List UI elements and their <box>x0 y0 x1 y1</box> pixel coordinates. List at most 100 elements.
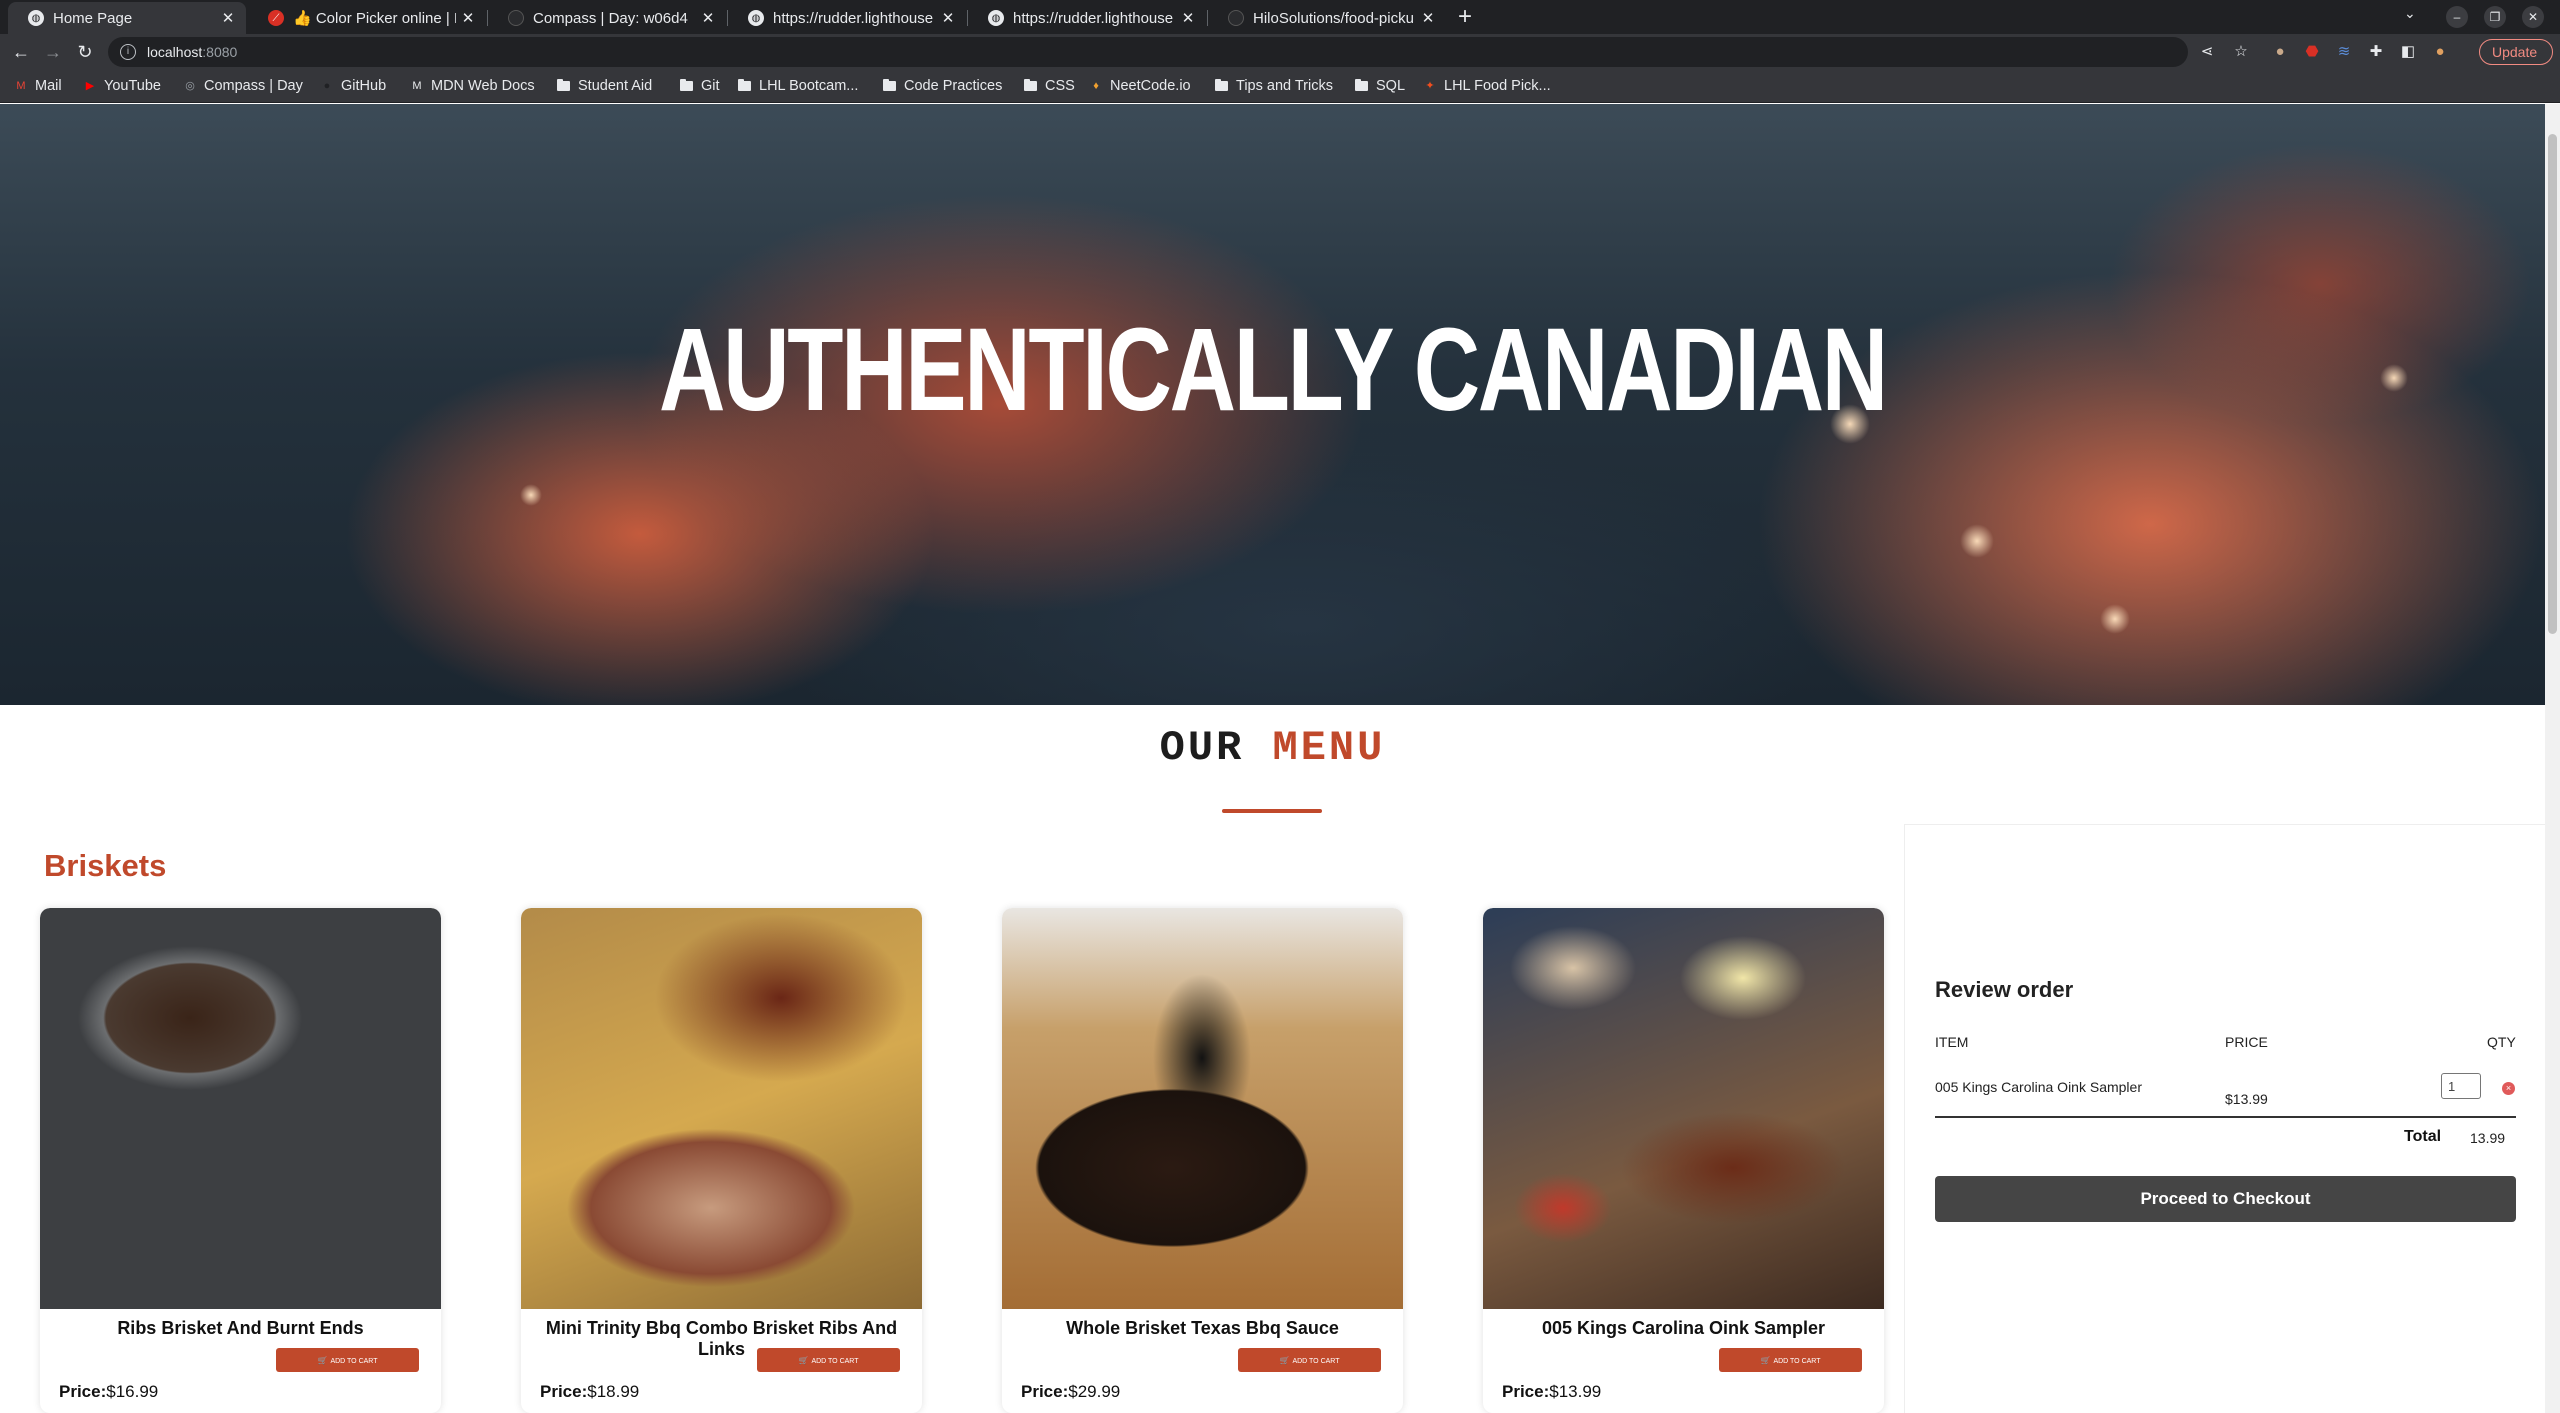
close-tab-icon[interactable]: ✕ <box>936 9 960 27</box>
neetcode-icon: ♦ <box>1093 80 1099 92</box>
price-value: $29.99 <box>1068 1382 1121 1401</box>
bookmark-mdn[interactable]: M MDN Web Docs <box>410 76 535 96</box>
food-photo <box>40 908 441 1309</box>
page-viewport: AUTHENTICALLY CANADIAN OUR MENU Briskets… <box>0 104 2545 1413</box>
add-to-cart-label: ADD TO CART <box>1773 1357 1821 1365</box>
tab-github-repo[interactable]: HiloSolutions/food-picku ✕ <box>1208 2 1446 34</box>
price-label: Price: <box>1021 1382 1069 1401</box>
folder-icon <box>883 79 896 91</box>
bookmark-label: MDN Web Docs <box>431 78 535 94</box>
extension-wave-icon[interactable]: ≋ <box>2334 42 2354 62</box>
bookmark-label: NeetCode.io <box>1110 78 1191 94</box>
address-host: localhost <box>147 44 203 60</box>
cart-icon: 🛒 <box>317 1355 328 1365</box>
bookmark-git[interactable]: Git <box>680 76 720 96</box>
menu-heading: OUR MENU <box>0 724 2545 772</box>
tab-search-chevron-icon[interactable]: ⌄ <box>2404 5 2416 22</box>
add-to-cart-button[interactable]: 🛒 ADD TO CART <box>1719 1348 1862 1372</box>
menu-card: Ribs Brisket And Burnt Ends 🛒 ADD TO CART… <box>40 908 441 1413</box>
food-photo <box>1483 908 1884 1309</box>
bookmark-label: SQL <box>1376 78 1406 94</box>
bookmark-neetcode[interactable]: ♦ NeetCode.io <box>1089 76 1191 96</box>
tab-compass[interactable]: Compass | Day: w06d4 ✕ <box>488 2 726 34</box>
bookmark-student-aid[interactable]: Student Aid <box>557 76 652 96</box>
proceed-to-checkout-button[interactable]: Proceed to Checkout <box>1935 1176 2516 1222</box>
update-button[interactable]: Update ⋮ <box>2479 39 2553 84</box>
folder-icon <box>1355 79 1368 91</box>
menu-heading-underline <box>1222 809 1322 813</box>
add-to-cart-button[interactable]: 🛒 ADD TO CART <box>276 1348 419 1372</box>
add-to-cart-button[interactable]: 🛒 ADD TO CART <box>1238 1348 1381 1372</box>
page-scrollbar[interactable] <box>2545 104 2560 1413</box>
bookmark-code-practices[interactable]: Code Practices <box>883 76 1002 96</box>
bookmark-lhl-bootcamp[interactable]: LHL Bootcam... <box>738 76 858 96</box>
menu-heading-our: OUR <box>1159 724 1245 772</box>
bookmark-tips-and-tricks[interactable]: Tips and Tricks <box>1215 76 1333 96</box>
folder-icon <box>1215 79 1228 91</box>
back-arrow-icon[interactable]: ← <box>8 39 34 65</box>
tab-home-page[interactable]: ◍ Home Page ✕ <box>8 2 246 34</box>
close-window-icon[interactable]: ✕ <box>2522 6 2544 28</box>
hero-ember <box>520 484 542 506</box>
restore-icon[interactable]: ❐ <box>2484 6 2506 28</box>
review-order-title: Review order <box>1935 977 2074 1002</box>
item-name: Whole Brisket Texas Bbq Sauce <box>1066 1318 1339 1338</box>
tab-title: https://rudder.lighthouse <box>1013 9 1174 27</box>
adblock-icon[interactable]: ⬣ <box>2302 42 2322 62</box>
bookmark-mail[interactable]: M Mail <box>14 76 62 96</box>
forward-arrow-icon[interactable]: → <box>40 39 66 65</box>
price-label: Price: <box>59 1382 107 1401</box>
bookmark-label: CSS <box>1045 78 1075 94</box>
price-value: $13.99 <box>1549 1382 1602 1401</box>
close-tab-icon[interactable]: ✕ <box>696 9 720 27</box>
bookmark-label: Mail <box>35 78 62 94</box>
add-to-cart-label: ADD TO CART <box>1292 1357 1340 1365</box>
scrollbar-thumb[interactable] <box>2548 134 2557 634</box>
cart-icon: 🛒 <box>1760 1355 1771 1365</box>
profile-avatar-icon[interactable]: ● <box>2430 42 2450 62</box>
close-tab-icon[interactable]: ✕ <box>216 9 240 27</box>
share-icon[interactable]: ⋖ <box>2197 42 2217 62</box>
bookmark-sql[interactable]: SQL <box>1355 76 1405 96</box>
close-tab-icon[interactable]: ✕ <box>456 9 480 27</box>
close-tab-icon[interactable]: ✕ <box>1416 9 1440 27</box>
extension-cookie-icon[interactable]: ● <box>2270 42 2290 62</box>
bookmark-css[interactable]: CSS <box>1024 76 1075 96</box>
address-bar[interactable]: i localhost:8080 <box>108 37 2188 67</box>
item-name: Ribs Brisket And Burnt Ends <box>117 1318 364 1338</box>
tab-rudder-2[interactable]: ◍ https://rudder.lighthouse ✕ <box>968 2 1206 34</box>
review-order-panel: Review order ITEM PRICE QTY 005 Kings Ca… <box>1904 824 2545 1413</box>
bookmark-compass[interactable]: ◎ Compass | Day <box>183 76 303 96</box>
side-panel-icon[interactable]: ◧ <box>2398 42 2418 62</box>
menu-card: Whole Brisket Texas Bbq Sauce 🛒 ADD TO CA… <box>1002 908 1403 1413</box>
reload-icon[interactable]: ↻ <box>72 39 98 65</box>
close-tab-icon[interactable]: ✕ <box>1176 9 1200 27</box>
extensions-puzzle-icon[interactable]: ✚ <box>2366 42 2386 62</box>
address-port: :8080 <box>202 44 238 60</box>
price-value: $18.99 <box>587 1382 640 1401</box>
total-label: Total <box>2404 1128 2442 1145</box>
tab-title: HiloSolutions/food-picku <box>1253 9 1414 27</box>
new-tab-icon[interactable]: + <box>1451 2 1479 32</box>
bookmark-label: GitHub <box>341 78 387 94</box>
site-info-icon[interactable]: i <box>120 44 136 60</box>
menu-heading-menu: MENU <box>1272 724 1386 772</box>
item-price: Price:$13.99 <box>1502 1382 1601 1402</box>
bookmark-label: Student Aid <box>578 78 653 94</box>
price-label: Price: <box>540 1382 588 1401</box>
remove-item-icon[interactable]: × <box>2502 1082 2515 1095</box>
quantity-input[interactable] <box>2441 1073 2481 1099</box>
bookmarks-bar: M Mail ▶ YouTube ◎ Compass | Day ● GitHub MM… <box>0 70 2560 103</box>
bookmark-lhl-food-pickup[interactable]: ✦ LHL Food Pick... <box>1423 76 1550 96</box>
add-to-cart-button[interactable]: 🛒 ADD TO CART <box>757 1348 900 1372</box>
minimize-icon[interactable]: – <box>2446 6 2468 28</box>
tab-color-picker[interactable]: ⟋ 👍 Color Picker online | HT ✕ <box>248 2 486 34</box>
tab-title: Compass | Day: w06d4 <box>533 9 688 27</box>
bookmark-star-icon[interactable]: ☆ <box>2231 42 2251 62</box>
bookmark-youtube[interactable]: ▶ YouTube <box>83 76 161 96</box>
gmail-icon: M <box>16 80 26 92</box>
figma-icon: ✦ <box>1425 80 1435 92</box>
tab-rudder-1[interactable]: ◍ https://rudder.lighthouse ✕ <box>728 2 966 34</box>
github-icon <box>1228 10 1244 26</box>
bookmark-github[interactable]: ● GitHub <box>320 76 386 96</box>
